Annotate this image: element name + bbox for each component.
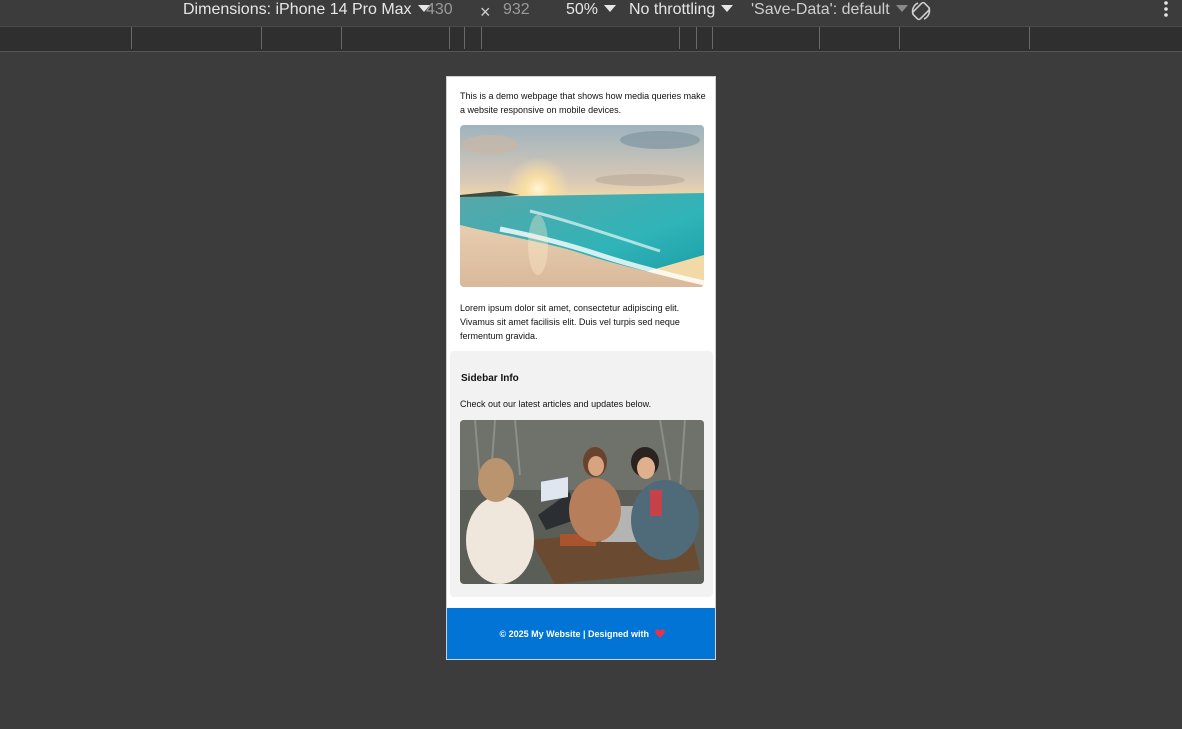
ruler-tick [449, 27, 450, 49]
device-viewport: This is a demo webpage that shows how me… [446, 76, 716, 660]
dimensions-dropdown[interactable]: Dimensions: iPhone 14 Pro Max [183, 0, 430, 22]
ruler-tick [341, 27, 342, 49]
sidebar: Sidebar Info Check out our latest articl… [450, 351, 713, 597]
chevron-down-icon [895, 5, 908, 12]
zoom-label: 50% [566, 1, 599, 18]
ruler-tick [819, 27, 820, 49]
footer: © 2025 My Website | Designed with [447, 608, 715, 659]
dimensions-label: Dimensions: iPhone 14 Pro Max [183, 1, 412, 18]
times-icon: × [480, 2, 491, 22]
height-input[interactable]: 932 [503, 0, 530, 22]
ruler-tick [696, 27, 697, 49]
people-image [460, 420, 704, 584]
ruler-tick [899, 27, 900, 49]
heart-icon [654, 629, 665, 638]
ruler-tick [261, 27, 262, 49]
throttling-dropdown[interactable]: No throttling [629, 0, 734, 22]
sidebar-text: Check out our latest articles and update… [460, 399, 652, 409]
ruler-tick [1029, 27, 1030, 49]
save-data-dropdown[interactable]: 'Save-Data': default [751, 0, 908, 22]
device-toolbar: Dimensions: iPhone 14 Pro Max 430 × 932 … [0, 0, 1182, 27]
ruler-tick [464, 27, 465, 49]
width-input[interactable]: 430 [426, 0, 453, 22]
chevron-down-icon [604, 5, 617, 12]
ruler-tick [131, 27, 132, 49]
lorem-text: Lorem ipsum dolor sit amet, consectetur … [460, 303, 680, 341]
zoom-dropdown[interactable]: 50% [566, 0, 617, 22]
throttling-label: No throttling [629, 1, 716, 18]
media-query-ruler[interactable] [0, 27, 1182, 52]
intro-text: This is a demo webpage that shows how me… [460, 91, 706, 115]
kebab-icon[interactable] [1160, 0, 1172, 20]
ruler-tick [679, 27, 680, 49]
chevron-down-icon [721, 5, 734, 12]
ruler-tick [712, 27, 713, 49]
sidebar-title: Sidebar Info [461, 373, 519, 384]
beach-image [460, 125, 704, 287]
ruler-tick [481, 27, 482, 49]
footer-text: © 2025 My Website | Designed with [499, 629, 649, 639]
rotate-icon[interactable] [909, 0, 933, 22]
save-data-label: 'Save-Data': default [751, 1, 890, 18]
